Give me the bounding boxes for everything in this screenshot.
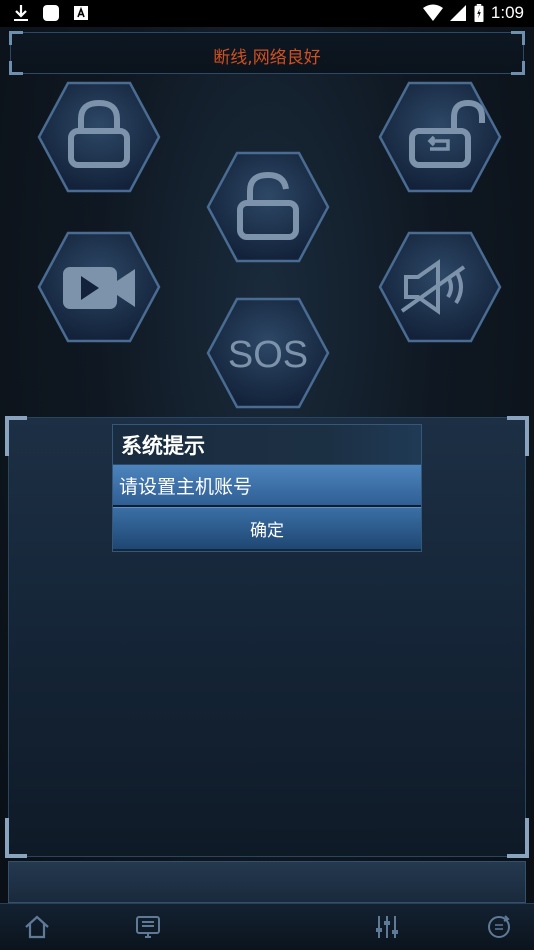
info-strip — [8, 861, 526, 903]
home-icon[interactable] — [22, 912, 52, 942]
app-screen: 断线,网络良好 SOS 系统提示 请设置主机账号 确定 — [0, 27, 534, 950]
bottom-nav — [0, 903, 534, 950]
dialog-message: 请设置主机账号 — [113, 465, 421, 507]
download-icon — [14, 5, 28, 21]
sos-icon: SOS — [228, 334, 308, 376]
lock-button[interactable] — [37, 81, 161, 193]
a-badge-icon — [74, 6, 88, 20]
monitor-icon[interactable] — [133, 912, 163, 942]
clock: 1:09 — [490, 3, 524, 22]
confirm-button[interactable]: 确定 — [113, 507, 421, 549]
battery-icon — [474, 4, 484, 22]
status-bar: 1:09 — [0, 0, 534, 27]
video-button[interactable] — [37, 231, 161, 343]
connection-status-banner: 断线,网络良好 — [9, 31, 525, 75]
mute-button[interactable] — [378, 231, 502, 343]
sliders-icon[interactable] — [372, 912, 402, 942]
unlock-button[interactable] — [206, 151, 330, 263]
wifi-icon — [422, 4, 443, 21]
sos-button[interactable]: SOS — [206, 297, 330, 409]
refresh-icon[interactable] — [484, 912, 514, 942]
system-prompt-dialog: 系统提示 请设置主机账号 确定 — [112, 424, 422, 552]
app-square-icon — [43, 5, 59, 21]
unlock-return-button[interactable] — [378, 81, 502, 193]
connection-status-text: 断线,网络良好 — [213, 48, 321, 68]
dialog-title: 系统提示 — [113, 425, 421, 465]
cell-signal-icon — [449, 5, 466, 21]
